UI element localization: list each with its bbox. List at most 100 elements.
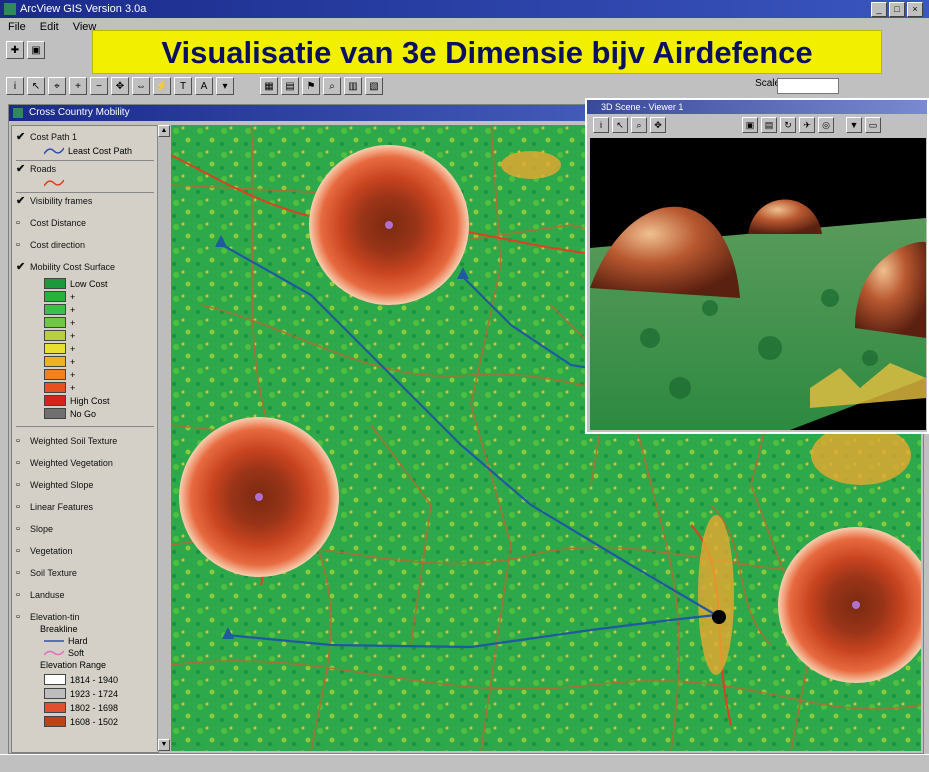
label-tool-icon[interactable]: T: [174, 77, 192, 95]
3d-scene-viewport[interactable]: [590, 138, 926, 430]
line-symbol-icon: [44, 640, 64, 642]
select-feature-icon[interactable]: ▦: [260, 77, 278, 95]
table-icon[interactable]: ▧: [365, 77, 383, 95]
scroll-up-icon[interactable]: ▲: [158, 125, 170, 137]
toc-layer-linear-features[interactable]: ▫ Linear Features: [16, 502, 93, 513]
breakline-title: Breakline: [40, 624, 78, 634]
draw-tool-icon[interactable]: ▾: [216, 77, 234, 95]
toc-layer-mobility-cost[interactable]: ✔ Mobility Cost Surface: [16, 262, 115, 273]
checkbox-icon[interactable]: ▫: [16, 568, 26, 579]
3d-threat-dome-left: [590, 206, 740, 298]
toc-layer-roads[interactable]: ✔ Roads: [16, 164, 56, 175]
view-down-icon[interactable]: ▼: [846, 117, 862, 133]
checkbox-icon[interactable]: ▫: [16, 524, 26, 535]
toc-layer-cost-path[interactable]: ✔ Cost Path 1: [16, 132, 77, 143]
camera-tool-icon[interactable]: ◎: [818, 117, 834, 133]
color-swatch: [44, 382, 66, 393]
pan-tool-icon[interactable]: ✥: [111, 77, 129, 95]
color-swatch: [44, 343, 66, 354]
scale-input[interactable]: [777, 78, 839, 94]
toc-scrollbar[interactable]: ▲ ▼: [157, 125, 170, 751]
color-swatch: [44, 688, 66, 699]
zoom-layer-icon[interactable]: ▤: [761, 117, 777, 133]
legend-mobility-class: +: [44, 343, 75, 354]
navigate-tool-icon[interactable]: ✥: [650, 117, 666, 133]
text-tool-icon[interactable]: A: [195, 77, 213, 95]
toc-layer-landuse[interactable]: ▫ Landuse: [16, 590, 65, 601]
hotlink-tool-icon[interactable]: ⚡: [153, 77, 171, 95]
info-tool-icon[interactable]: i: [593, 117, 609, 133]
chart-icon[interactable]: ▥: [344, 77, 362, 95]
checkbox-icon[interactable]: ▫: [16, 480, 26, 491]
toc-layer-weighted-soil[interactable]: ▫ Weighted Soil Texture: [16, 436, 117, 447]
presentation-banner: Visualisatie van 3e Dimensie bijv Airdef…: [92, 30, 882, 74]
3d-scene-title: 3D Scene - Viewer 1: [587, 100, 927, 114]
query-icon[interactable]: ⚑: [302, 77, 320, 95]
checkbox-icon[interactable]: ▫: [16, 218, 26, 229]
save-icon[interactable]: ✚: [6, 41, 24, 59]
window-controls: _ □ ×: [871, 2, 923, 17]
arcview-app-icon: [4, 3, 16, 15]
zoom-full-icon[interactable]: ▣: [742, 117, 758, 133]
close-button[interactable]: ×: [907, 2, 923, 17]
checkbox-icon[interactable]: ▫: [16, 436, 26, 447]
legend-elevation-class: 1814 - 1940: [44, 674, 118, 685]
color-swatch: [44, 395, 66, 406]
menu-file[interactable]: File: [8, 21, 26, 33]
checkbox-icon[interactable]: ▫: [16, 546, 26, 557]
toc-layer-vegetation[interactable]: ▫ Vegetation: [16, 546, 73, 557]
checkbox-icon[interactable]: ▫: [16, 590, 26, 601]
fly-tool-icon[interactable]: ✈: [799, 117, 815, 133]
toc-layer-soil-texture[interactable]: ▫ Soil Texture: [16, 568, 77, 579]
locate-icon[interactable]: ⌕: [323, 77, 341, 95]
vertex-tool-icon[interactable]: ⌖: [48, 77, 66, 95]
line-symbol-icon: [44, 650, 64, 656]
checkmark-icon[interactable]: ✔: [16, 262, 26, 273]
app-title: ArcView GIS Version 3.0a: [20, 3, 147, 15]
color-swatch: [44, 356, 66, 367]
toc-layer-weighted-slope[interactable]: ▫ Weighted Slope: [16, 480, 93, 491]
toc-layer-cost-direction[interactable]: ▫ Cost direction: [16, 240, 85, 251]
pointer-tool-icon[interactable]: ↖: [27, 77, 45, 95]
legend-mobility-class: Low Cost: [44, 278, 108, 289]
color-swatch: [44, 278, 66, 289]
pointer-tool-icon[interactable]: ↖: [612, 117, 628, 133]
legend-mobility-class: +: [44, 304, 75, 315]
color-swatch: [44, 304, 66, 315]
checkmark-icon[interactable]: ✔: [16, 196, 26, 207]
zoom-in-icon[interactable]: +: [69, 77, 87, 95]
color-swatch: [44, 702, 66, 713]
target-point: [712, 610, 726, 624]
line-symbol-icon: [44, 179, 64, 187]
3d-threat-dome-back: [748, 199, 822, 234]
checkbox-icon[interactable]: ▫: [16, 458, 26, 469]
measure-tool-icon[interactable]: ⇔: [132, 77, 150, 95]
checkmark-icon[interactable]: ✔: [16, 132, 26, 143]
legend-elevation-class: 1923 - 1724: [44, 688, 118, 699]
toc-layer-elevation-tin[interactable]: ▫ Elevation-tin: [16, 612, 80, 623]
info-tool-icon[interactable]: i: [6, 77, 24, 95]
identify-icon[interactable]: ▤: [281, 77, 299, 95]
legend-mobility-class: +: [44, 291, 75, 302]
checkbox-icon[interactable]: ▫: [16, 612, 26, 623]
minimize-button[interactable]: _: [871, 2, 887, 17]
toc-layer-visibility[interactable]: ✔ Visibility frames: [16, 196, 92, 207]
zoom-out-icon[interactable]: −: [90, 77, 108, 95]
elevation-range-title: Elevation Range: [40, 660, 107, 670]
color-swatch: [44, 674, 66, 685]
checkbox-icon[interactable]: ▫: [16, 502, 26, 513]
toc-layer-weighted-vegetation[interactable]: ▫ Weighted Vegetation: [16, 458, 113, 469]
maximize-button[interactable]: □: [889, 2, 905, 17]
toc-layer-slope[interactable]: ▫ Slope: [16, 524, 53, 535]
menu-edit[interactable]: Edit: [40, 21, 59, 33]
add-theme-icon[interactable]: ▣: [27, 41, 45, 59]
status-bar: [0, 754, 929, 772]
checkbox-icon[interactable]: ▫: [16, 240, 26, 251]
toc-layer-cost-distance[interactable]: ▫ Cost Distance: [16, 218, 86, 229]
zoom-tool-icon[interactable]: ⌕: [631, 117, 647, 133]
checkmark-icon[interactable]: ✔: [16, 164, 26, 175]
legend-breakline-hard: Hard: [44, 636, 88, 646]
scroll-down-icon[interactable]: ▼: [158, 739, 170, 751]
rotate-tool-icon[interactable]: ↻: [780, 117, 796, 133]
view-panel-icon[interactable]: ▭: [865, 117, 881, 133]
